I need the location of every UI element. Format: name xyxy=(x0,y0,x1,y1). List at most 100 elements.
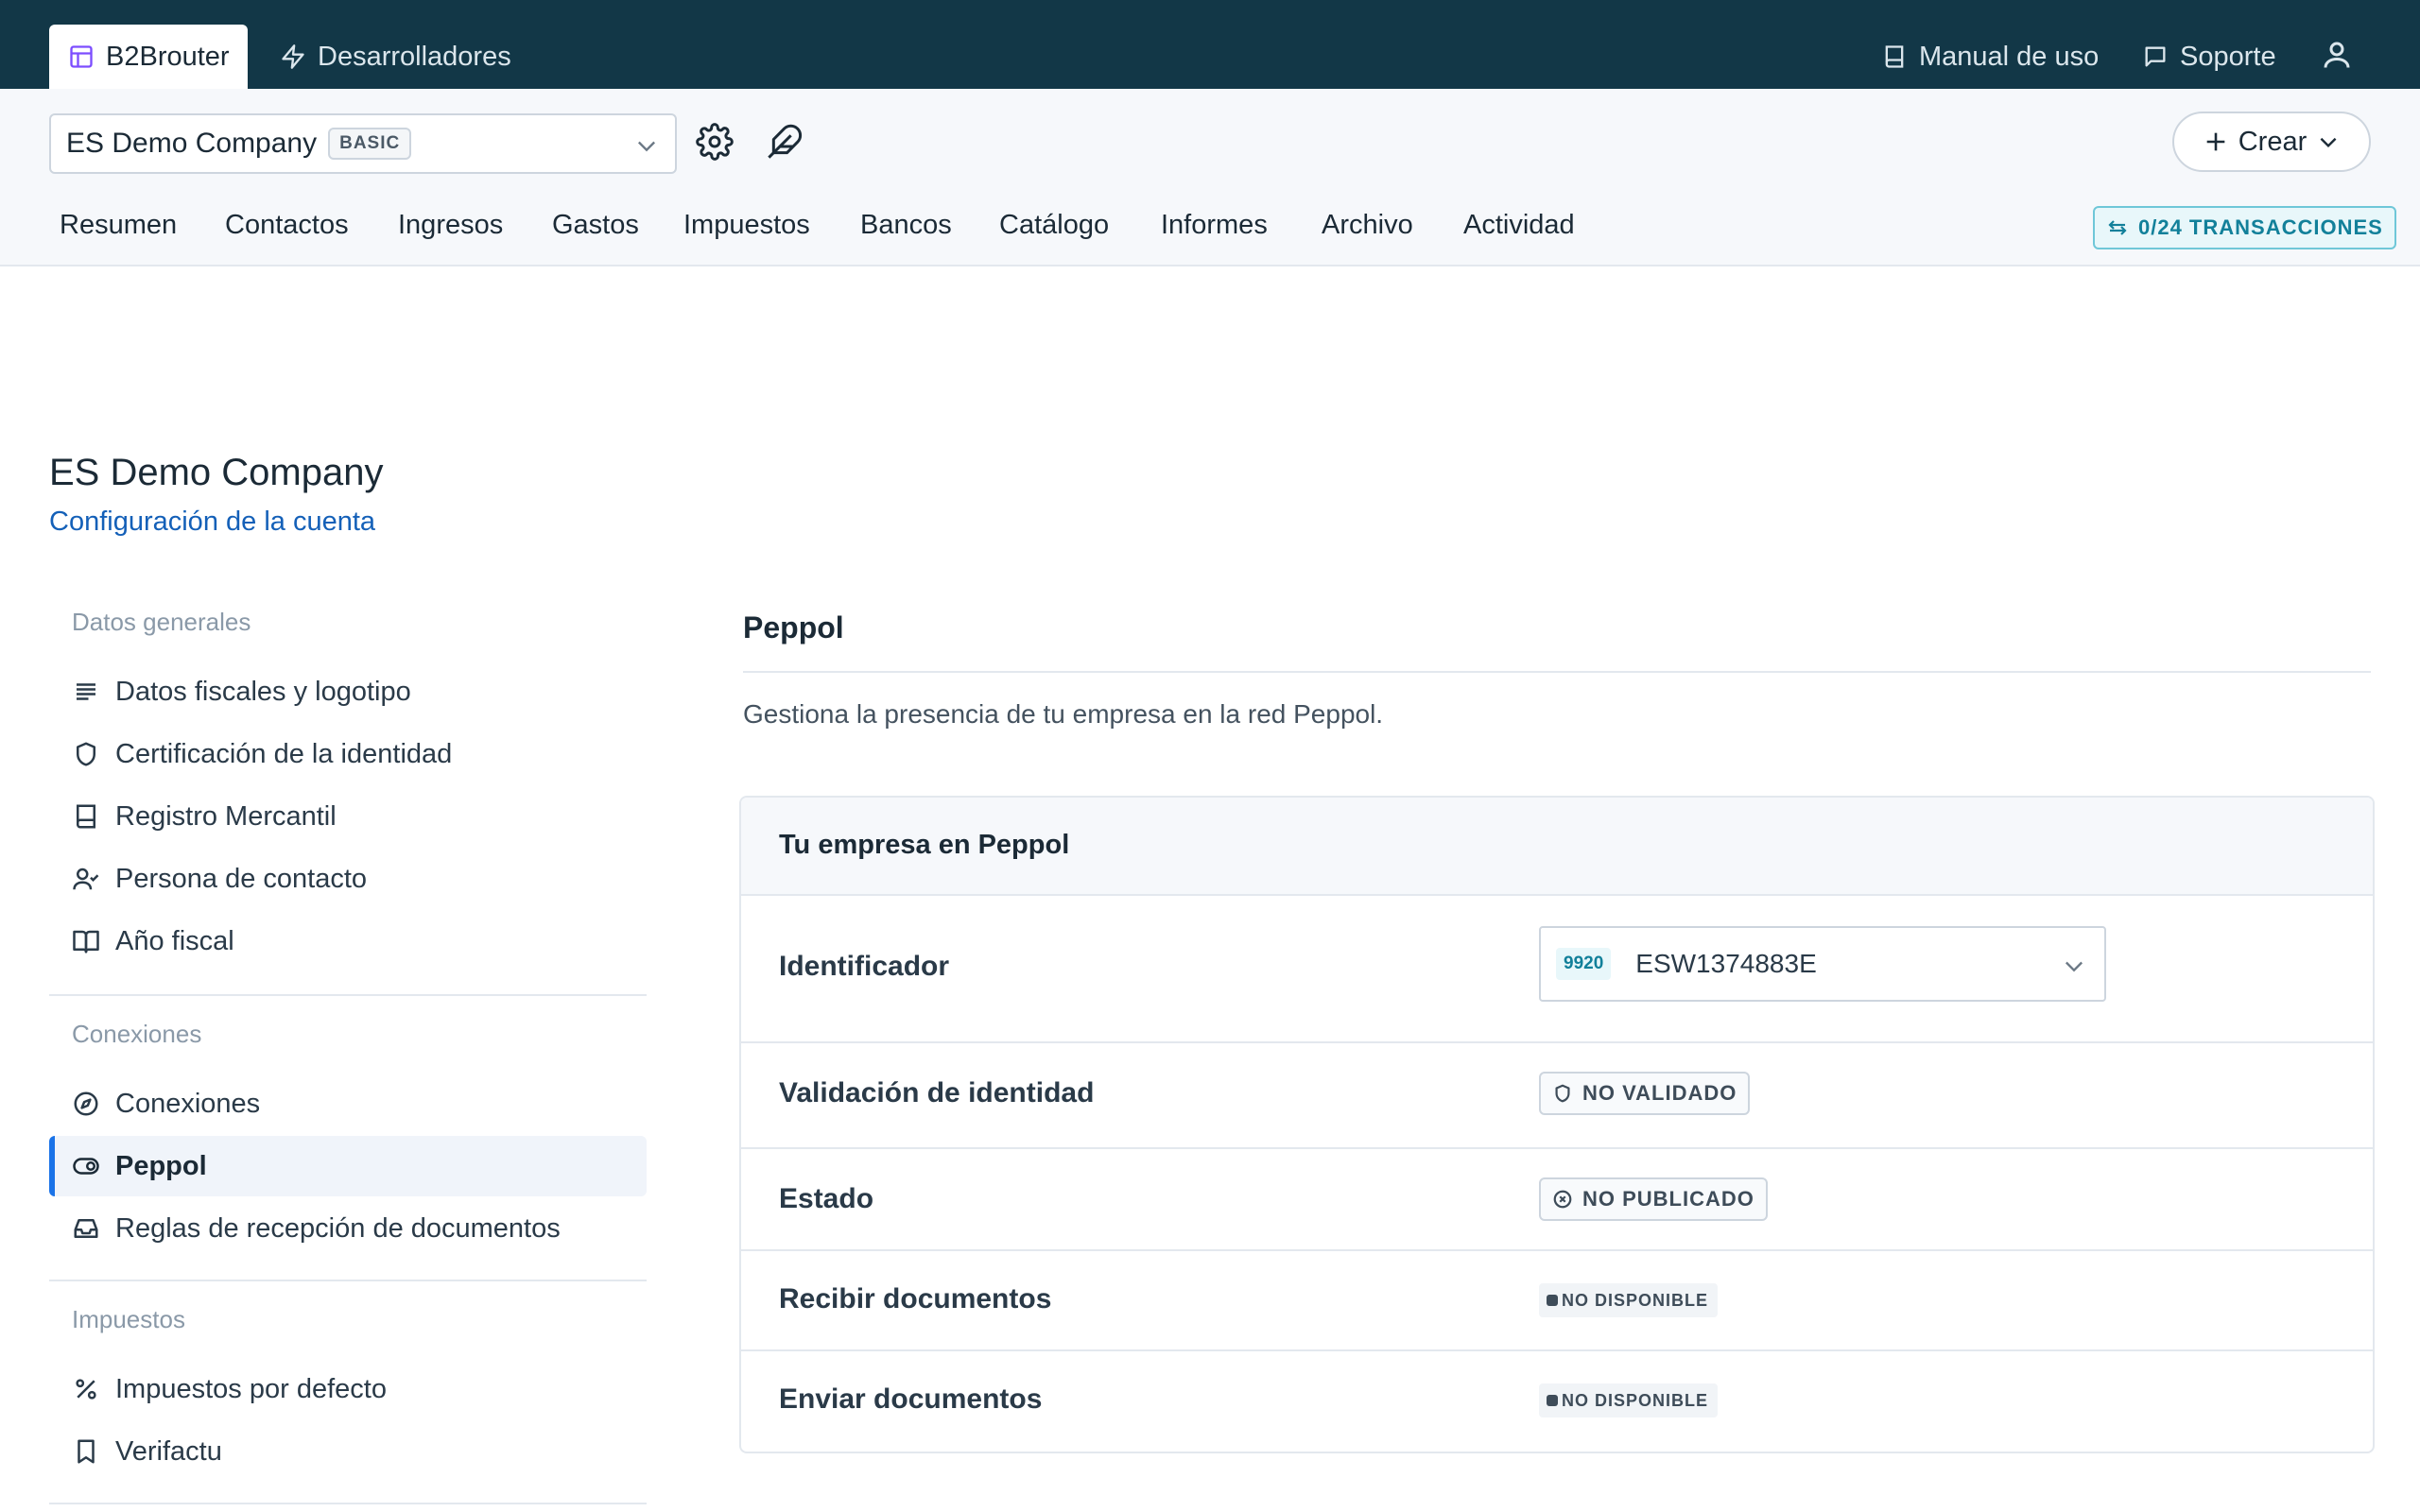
validation-status-label: NO VALIDADO xyxy=(1582,1081,1737,1105)
transactions-badge[interactable]: 0/24 TRANSACCIONES xyxy=(2093,206,2396,249)
identifier-value: ESW1374883E xyxy=(1635,949,1817,978)
inbox-icon xyxy=(72,1214,100,1243)
sidebar-item-label: Reglas de recepción de documentos xyxy=(115,1212,561,1244)
page-subtitle-link[interactable]: Configuración de la cuenta xyxy=(49,507,375,538)
plan-badge: BASIC xyxy=(328,128,412,160)
sidebar-section-conexiones: Conexiones xyxy=(72,1020,202,1048)
sidebar-item-label: Registro Mercantil xyxy=(115,800,337,832)
sidebar-item-impuestos-defecto[interactable]: Impuestos por defecto xyxy=(49,1359,647,1419)
sidebar-item-label: Peppol xyxy=(115,1150,207,1181)
row-label: Recibir documentos xyxy=(779,1283,1052,1314)
sidebar-item-registro-mercantil[interactable]: Registro Mercantil xyxy=(49,786,647,847)
row-label: Enviar documentos xyxy=(779,1383,1043,1415)
gear-icon[interactable] xyxy=(696,123,734,161)
sidebar-item-label: Año fiscal xyxy=(115,925,234,956)
section-title: Peppol xyxy=(743,610,844,644)
sidebar-divider xyxy=(49,1503,647,1504)
manual-label: Manual de uso xyxy=(1919,41,2100,72)
compass-icon xyxy=(72,1090,100,1118)
sidebar-item-ano-fiscal[interactable]: Año fiscal xyxy=(49,911,647,971)
book-icon xyxy=(72,802,100,831)
identifier-select[interactable]: 9920 ESW1374883E xyxy=(1539,926,2106,1002)
sidebar-item-label: Persona de contacto xyxy=(115,863,368,894)
shield-icon xyxy=(72,740,100,768)
row-enviar: Enviar documentos NO DISPONIBLE xyxy=(741,1351,2373,1452)
tab-archivo[interactable]: Archivo xyxy=(1322,210,1413,241)
row-identificador: Identificador 9920 ESW1374883E xyxy=(741,896,2373,1043)
state-status-label: NO PUBLICADO xyxy=(1582,1187,1754,1211)
state-status-badge: NO PUBLICADO xyxy=(1539,1177,1768,1221)
section-description: Gestiona la presencia de tu empresa en l… xyxy=(743,699,1384,729)
row-estado: Estado NO PUBLICADO xyxy=(741,1149,2373,1251)
sidebar-item-persona-contacto[interactable]: Persona de contacto xyxy=(49,849,647,909)
manual-link[interactable]: Manual de uso xyxy=(1881,25,2099,89)
section-divider xyxy=(743,671,2371,673)
tab-contactos[interactable]: Contactos xyxy=(225,210,349,241)
shield-icon xyxy=(1552,1083,1573,1104)
transactions-label: 0/24 TRANSACCIONES xyxy=(2138,215,2383,239)
sidebar-divider xyxy=(49,994,647,996)
peppol-card: Tu empresa en Peppol Identificador 9920 … xyxy=(739,796,2375,1453)
sidebar-item-reglas-recepcion[interactable]: Reglas de recepción de documentos xyxy=(49,1198,647,1259)
x-circle-icon xyxy=(1552,1189,1573,1210)
sidebar-divider xyxy=(49,1280,647,1281)
status-dot xyxy=(1547,1395,1558,1406)
plus-icon xyxy=(2203,129,2229,155)
support-link[interactable]: Soporte xyxy=(2142,25,2276,89)
sidebar-item-label: Datos fiscales y logotipo xyxy=(115,676,411,707)
chevron-down-icon xyxy=(2061,953,2087,979)
card-title: Tu empresa en Peppol xyxy=(779,830,1070,860)
row-label: Validación de identidad xyxy=(779,1077,1095,1108)
toggle-icon xyxy=(72,1152,100,1180)
app-tab-label: B2Brouter xyxy=(106,41,230,72)
open-book-icon xyxy=(72,927,100,955)
card-header: Tu empresa en Peppol xyxy=(741,798,2373,896)
sidebar-item-label: Conexiones xyxy=(115,1088,261,1119)
tab-resumen[interactable]: Resumen xyxy=(60,210,177,241)
developers-tab[interactable]: Desarrolladores xyxy=(280,25,511,89)
sidebar-item-label: Verifactu xyxy=(115,1435,222,1467)
receive-status-badge: NO DISPONIBLE xyxy=(1539,1283,1719,1317)
align-left-icon xyxy=(72,678,100,706)
tab-catalogo[interactable]: Catálogo xyxy=(999,210,1109,241)
row-recibir: Recibir documentos NO DISPONIBLE xyxy=(741,1251,2373,1351)
tab-impuestos[interactable]: Impuestos xyxy=(683,210,810,241)
create-label: Crear xyxy=(2238,126,2308,157)
sidebar-item-datos-fiscales[interactable]: Datos fiscales y logotipo xyxy=(49,662,647,722)
tab-informes[interactable]: Informes xyxy=(1161,210,1268,241)
company-selector[interactable]: ES Demo Company BASIC xyxy=(49,113,677,174)
tab-ingresos[interactable]: Ingresos xyxy=(398,210,503,241)
user-icon[interactable] xyxy=(2320,38,2354,72)
tab-gastos[interactable]: Gastos xyxy=(552,210,639,241)
row-label: Estado xyxy=(779,1183,874,1214)
support-label: Soporte xyxy=(2180,41,2276,72)
user-check-icon xyxy=(72,865,100,893)
validation-status-badge: NO VALIDADO xyxy=(1539,1072,1751,1115)
percent-icon xyxy=(72,1375,100,1403)
bookmark-icon xyxy=(72,1437,100,1466)
layout-icon xyxy=(68,43,95,70)
identifier-scheme-badge: 9920 xyxy=(1556,948,1612,980)
tab-actividad[interactable]: Actividad xyxy=(1463,210,1575,241)
tab-bancos[interactable]: Bancos xyxy=(860,210,952,241)
page-title: ES Demo Company xyxy=(49,452,384,493)
sidebar-section-impuestos: Impuestos xyxy=(72,1305,185,1333)
feather-icon[interactable] xyxy=(766,123,804,161)
chevron-down-icon xyxy=(2316,129,2341,154)
status-dot xyxy=(1547,1295,1558,1306)
send-status-badge: NO DISPONIBLE xyxy=(1539,1383,1719,1418)
sidebar-item-label: Impuestos por defecto xyxy=(115,1373,387,1404)
developers-tab-label: Desarrolladores xyxy=(318,41,511,72)
send-status-label: NO DISPONIBLE xyxy=(1562,1390,1709,1410)
sidebar-section-datos-generales: Datos generales xyxy=(72,608,251,636)
row-validacion: Validación de identidad NO VALIDADO xyxy=(741,1043,2373,1149)
create-button[interactable]: Crear xyxy=(2172,112,2371,172)
sidebar-item-conexiones[interactable]: Conexiones xyxy=(49,1074,647,1134)
sidebar-item-verifactu[interactable]: Verifactu xyxy=(49,1421,647,1482)
sidebar-item-label: Certificación de la identidad xyxy=(115,738,453,769)
chevron-down-icon xyxy=(633,132,660,159)
app-tab-b2brouter[interactable]: B2Brouter xyxy=(49,25,248,89)
sidebar-item-certificacion[interactable]: Certificación de la identidad xyxy=(49,724,647,784)
sidebar-item-peppol[interactable]: Peppol xyxy=(49,1136,647,1196)
chat-icon xyxy=(2142,43,2169,70)
